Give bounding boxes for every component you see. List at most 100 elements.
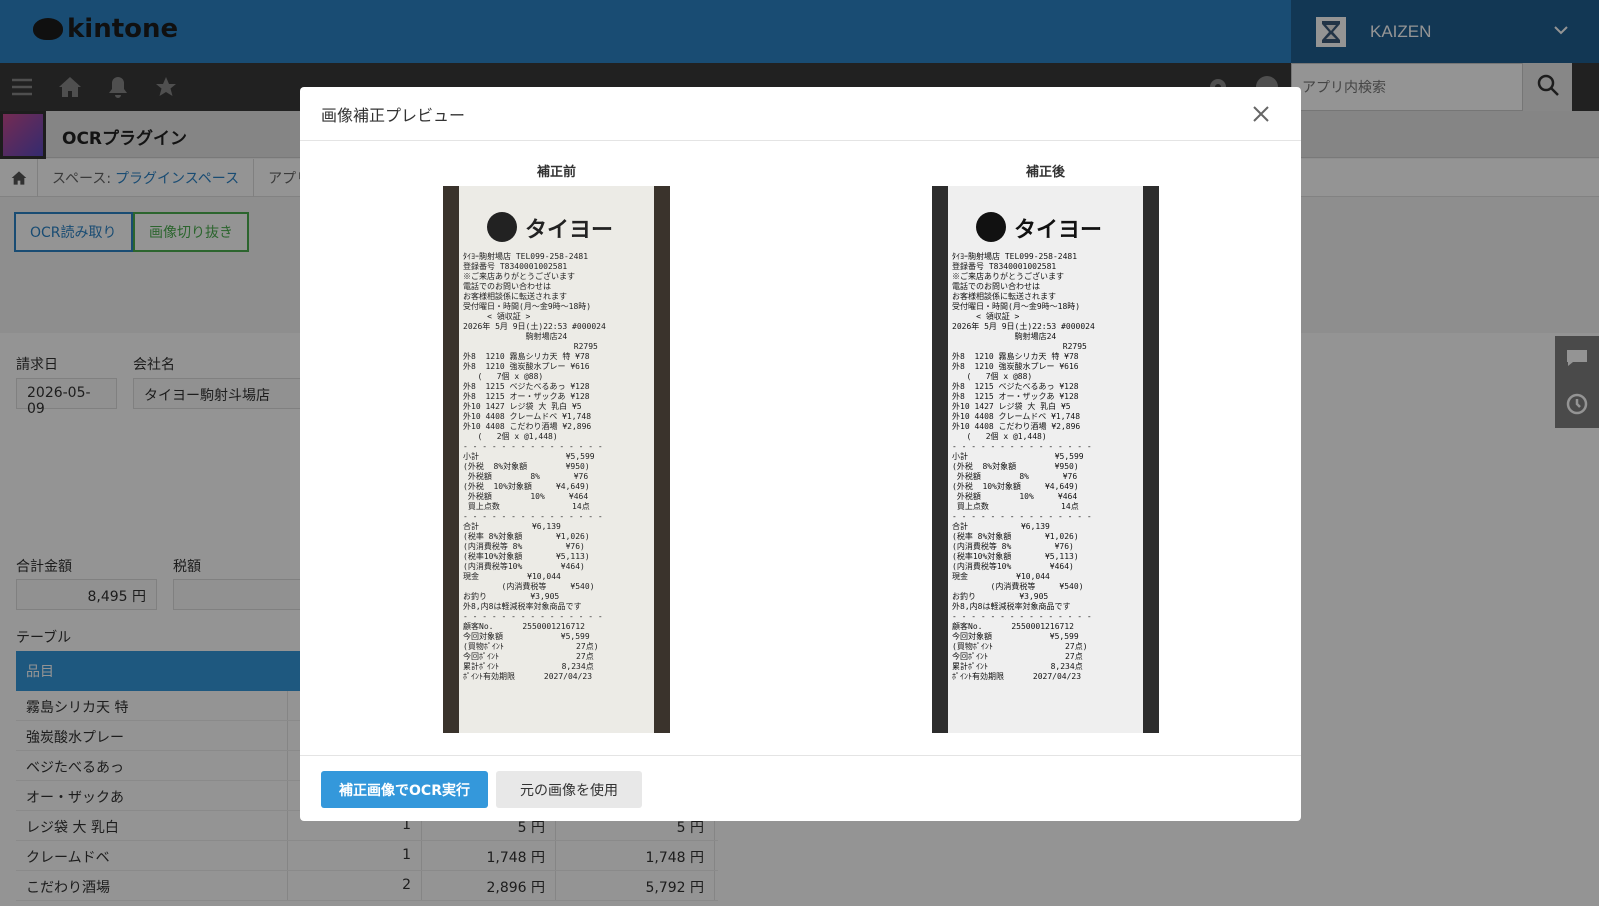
receipt-line: (内消費税等10% ¥464) (463, 562, 585, 571)
receipt-line: (外税 10%対象額 ¥4,649) (463, 482, 590, 491)
image-correction-preview-dialog: 画像補正プレビュー 補正前 タイヨー ﾀｲﾖｰ駒射場店 TEL099-258-2… (300, 87, 1301, 821)
after-label: 補正後 (1025, 165, 1065, 180)
close-icon[interactable] (1249, 102, 1273, 126)
use-original-image-button[interactable]: 元の画像を使用 (496, 771, 642, 808)
receipt-text: ﾀｲﾖｰ駒射場店 TEL099-258-2481 登録番号 T8340001002… (952, 252, 1142, 682)
receipt-line: 今回対象額 ¥5,599 (952, 632, 1079, 641)
run-ocr-corrected-button[interactable]: 補正画像でOCR実行 (321, 771, 488, 808)
receipt-line: R2795 (952, 342, 1087, 351)
receipt-line: - - - - - - - - - - - - - - - (463, 512, 603, 521)
after-image: タイヨー ﾀｲﾖｰ駒射場店 TEL099-258-2481 登録番号 T83400… (932, 186, 1159, 733)
receipt-line: 外10 1427 レジ袋 大 乳白 ¥5 (952, 402, 1071, 411)
store-logo-text: タイヨー (525, 218, 614, 243)
receipt-line: 外8 1215 ベジたべるあっ ¥128 (952, 382, 1079, 391)
receipt-line: ※ご来店ありがとうございます (952, 272, 1064, 281)
receipt-line: 今回ﾎﾟｲﾝﾄ 27点 (463, 652, 594, 661)
receipt-line: 外8 1215 ベジたべるあっ ¥128 (463, 382, 590, 391)
receipt-line: ※ご来店ありがとうございます (463, 272, 575, 281)
receipt-line: 外8 1215 オー・ザックあ ¥128 (952, 392, 1079, 401)
receipt-line: ﾎﾟｲﾝﾄ有効期限 2027/04/23 (463, 672, 593, 681)
receipt-line: 累計ﾎﾟｲﾝﾄ 8,234点 (952, 662, 1083, 671)
modal-footer: 補正画像でOCR実行 元の画像を使用 (300, 755, 1301, 821)
receipt-line: (内消費税等 ¥540) (952, 582, 1084, 591)
receipt-line: ﾀｲﾖｰ駒射場店 TEL099-258-2481 (952, 252, 1078, 261)
receipt-text: ﾀｲﾖｰ駒射場店 TEL099-258-2481 登録番号 T8340001002… (463, 252, 653, 682)
receipt-line: お釣り ¥3,905 (463, 592, 560, 601)
receipt-line: 受付曜日・時間(月～金9時～18時) (463, 302, 592, 311)
receipt-line: お客様相談係に転送されます (463, 292, 567, 301)
receipt-line: 登録番号 T8340001002581 (463, 262, 568, 271)
receipt-line: (外税 8%対象額 ¥950) (463, 462, 590, 471)
receipt-line: ﾀｲﾖｰ駒射場店 TEL099-258-2481 (463, 252, 589, 261)
receipt-line: (買物ﾎﾟｲﾝﾄ 27点) (952, 642, 1088, 651)
receipt-line: 外10 1427 レジ袋 大 乳白 ¥5 (463, 402, 582, 411)
receipt-line: ( 7個 x @88) (463, 372, 544, 381)
receipt-line: (内消費税等 8% ¥76) (463, 542, 585, 551)
receipt-line: 合計 ¥6,139 (952, 522, 1050, 531)
receipt-line: 外8,内8は軽減税率対象商品です (952, 602, 1071, 611)
receipt-line: 電話でのお問い合わせは (952, 282, 1040, 291)
receipt-line: - - - - - - - - - - - - - - - (952, 442, 1092, 451)
receipt-line: 買上点数 14点 (463, 502, 590, 511)
receipt-line: 買上点数 14点 (952, 502, 1079, 511)
receipt-line: 外税額 8% ¥76 (952, 472, 1078, 481)
receipt-line: 外10 4408 こだわり酒場 ¥2,896 (463, 422, 592, 431)
receipt-line: 2026年 5月 9日(土)22:53 #000024 (463, 322, 606, 331)
receipt-line: R2795 (463, 342, 598, 351)
receipt-line: (内消費税等10% ¥464) (952, 562, 1074, 571)
receipt-line: (税率10%対象額 ¥5,113) (463, 552, 590, 561)
receipt-line: (内消費税等 8% ¥76) (952, 542, 1074, 551)
receipt-line: (買物ﾎﾟｲﾝﾄ 27点) (463, 642, 599, 651)
modal-header: 画像補正プレビュー (300, 87, 1301, 141)
receipt-line: < 領収証 > (463, 312, 531, 321)
receipt-line: 電話でのお問い合わせは (463, 282, 551, 291)
receipt-line: 外10 4408 クレームドベ ¥1,748 (463, 412, 592, 421)
receipt-line: 顧客No. 2550001216712 (952, 622, 1074, 631)
receipt-line: 外8,内8は軽減税率対象商品です (463, 602, 582, 611)
receipt-line: 累計ﾎﾟｲﾝﾄ 8,234点 (463, 662, 594, 671)
receipt-line: 現金 ¥10,044 (952, 572, 1050, 581)
receipt-line: 外税額 10% ¥464 (463, 492, 589, 501)
receipt-line: 小計 ¥5,599 (463, 452, 595, 461)
before-label: 補正前 (536, 165, 576, 180)
receipt-line: 外8 1210 強炭酸水プレー ¥616 (463, 362, 590, 371)
receipt-line: ﾎﾟｲﾝﾄ有効期限 2027/04/23 (952, 672, 1082, 681)
receipt-line: 今回ﾎﾟｲﾝﾄ 27点 (952, 652, 1083, 661)
receipt-line: (外税 10%対象額 ¥4,649) (952, 482, 1079, 491)
receipt-line: - - - - - - - - - - - - - - - (463, 442, 603, 451)
receipt-line: 外10 4408 こだわり酒場 ¥2,896 (952, 422, 1081, 431)
receipt-line: 駒射場店24 (463, 332, 568, 341)
receipt-line: 受付曜日・時間(月～金9時～18時) (952, 302, 1081, 311)
receipt-line: < 領収証 > (952, 312, 1020, 321)
store-logo-icon (976, 212, 1006, 242)
receipt-line: 外8 1210 強炭酸水プレー ¥616 (952, 362, 1079, 371)
receipt-line: 2026年 5月 9日(土)22:53 #000024 (952, 322, 1095, 331)
receipt-line: 登録番号 T8340001002581 (952, 262, 1057, 271)
receipt-line: (外税 8%対象額 ¥950) (952, 462, 1079, 471)
receipt-line: 外8 1210 霧島シリカ天 特 ¥78 (463, 352, 590, 361)
receipt-line: (内消費税等 ¥540) (463, 582, 595, 591)
receipt-line: 現金 ¥10,044 (463, 572, 561, 581)
receipt-line: 合計 ¥6,139 (463, 522, 561, 531)
receipt-line: (税率 8%対象額 ¥1,026) (952, 532, 1079, 541)
receipt-line: 駒射場店24 (952, 332, 1057, 341)
receipt-line: 小計 ¥5,599 (952, 452, 1084, 461)
receipt-line: 外税額 8% ¥76 (463, 472, 589, 481)
receipt-line: (税率10%対象額 ¥5,113) (952, 552, 1079, 561)
modal-title: 画像補正プレビュー (321, 105, 466, 125)
receipt-line: お客様相談係に転送されます (952, 292, 1056, 301)
receipt-line: お釣り ¥3,905 (952, 592, 1049, 601)
receipt-line: ( 2個 x @1,448) (952, 432, 1047, 441)
receipt-line: - - - - - - - - - - - - - - - (952, 612, 1092, 621)
receipt-line: ( 7個 x @88) (952, 372, 1033, 381)
receipt-line: 外10 4408 クレームドベ ¥1,748 (952, 412, 1081, 421)
receipt-line: 外8 1210 霧島シリカ天 特 ¥78 (952, 352, 1079, 361)
store-logo-icon (487, 212, 517, 242)
receipt-line: 外8 1215 オー・ザックあ ¥128 (463, 392, 590, 401)
receipt-line: - - - - - - - - - - - - - - - (952, 512, 1092, 521)
receipt-line: 顧客No. 2550001216712 (463, 622, 585, 631)
receipt-line: - - - - - - - - - - - - - - - (463, 612, 603, 621)
before-image: タイヨー ﾀｲﾖｰ駒射場店 TEL099-258-2481 登録番号 T83400… (443, 186, 670, 733)
receipt-line: 外税額 10% ¥464 (952, 492, 1078, 501)
receipt-line: 今回対象額 ¥5,599 (463, 632, 590, 641)
